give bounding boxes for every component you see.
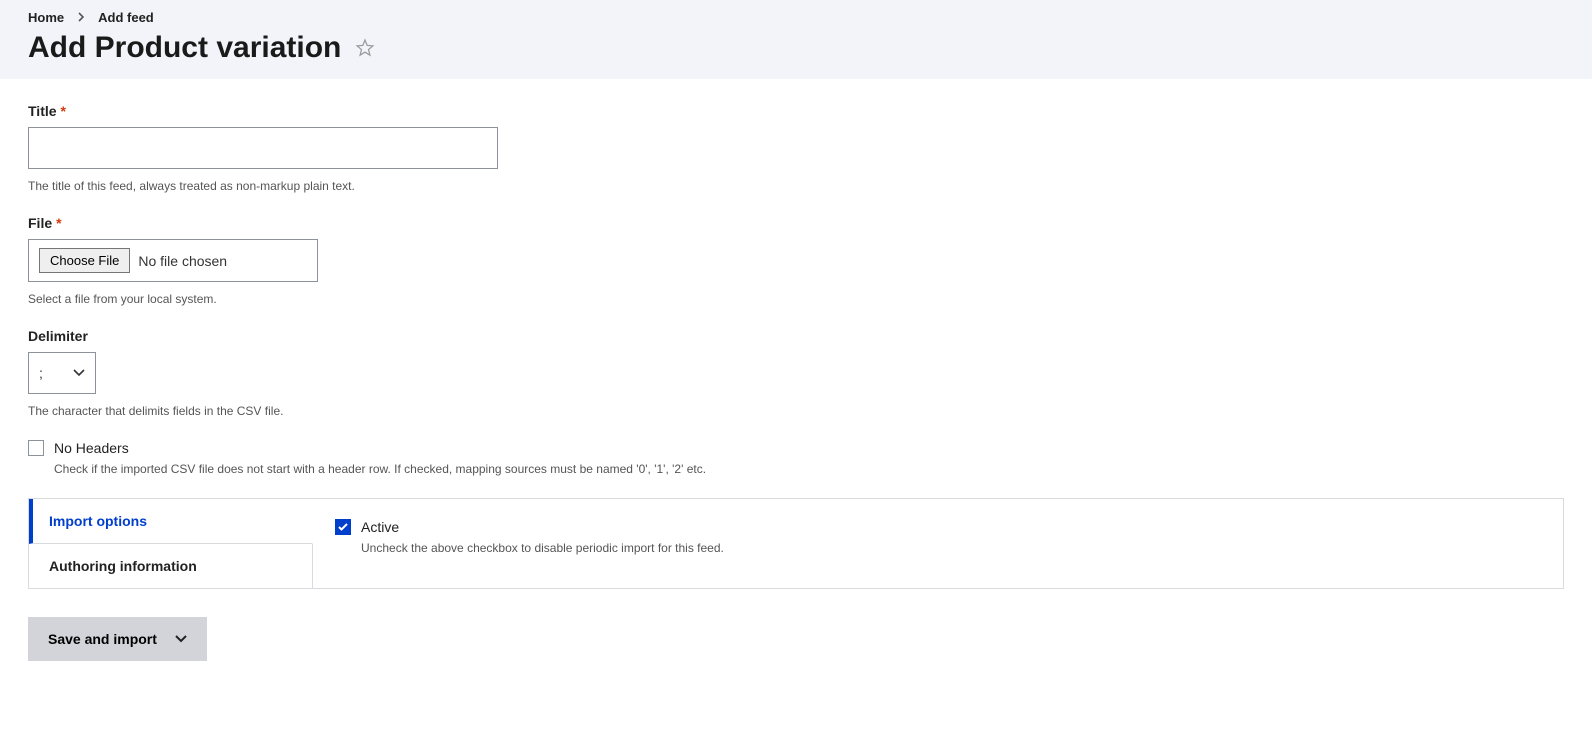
file-label-text: File (28, 215, 52, 231)
title-label-text: Title (28, 103, 57, 119)
form-item-no-headers: No Headers Check if the imported CSV fil… (28, 440, 1564, 476)
file-status-text: No file chosen (138, 253, 227, 269)
content-region: Title * The title of this feed, always t… (0, 79, 1592, 701)
submit-row: Save and import (28, 617, 1564, 661)
save-and-import-label: Save and import (48, 631, 157, 647)
star-outline-icon[interactable] (355, 38, 375, 58)
delimiter-label-text: Delimiter (28, 328, 88, 344)
page-title-row: Add Product variation (28, 31, 1564, 65)
breadcrumb-home-link[interactable]: Home (28, 10, 64, 25)
no-headers-description: Check if the imported CSV file does not … (54, 462, 1564, 476)
active-description: Uncheck the above checkbox to disable pe… (361, 541, 1541, 555)
header-region: Home Add feed Add Product variation (0, 0, 1592, 79)
delimiter-label: Delimiter (28, 328, 1564, 344)
file-description: Select a file from your local system. (28, 292, 1564, 306)
tab-pane-import-options: Active Uncheck the above checkbox to dis… (313, 499, 1564, 589)
tab-authoring-information[interactable]: Authoring information (29, 544, 313, 589)
title-label: Title * (28, 103, 1564, 119)
chevron-down-icon (73, 369, 85, 377)
title-description: The title of this feed, always treated a… (28, 179, 1564, 193)
choose-file-button[interactable]: Choose File (39, 248, 130, 273)
form-item-title: Title * The title of this feed, always t… (28, 103, 1564, 193)
file-input-wrapper[interactable]: Choose File No file chosen (28, 239, 318, 282)
page-title: Add Product variation (28, 31, 341, 65)
save-and-import-button[interactable]: Save and import (28, 617, 207, 661)
delimiter-description: The character that delimits fields in th… (28, 404, 1564, 418)
title-input[interactable] (28, 127, 498, 169)
chevron-down-icon (175, 635, 187, 643)
file-label: File * (28, 215, 1564, 231)
form-item-file: File * Choose File No file chosen Select… (28, 215, 1564, 306)
active-label[interactable]: Active (361, 519, 399, 535)
delimiter-value: ; (39, 365, 43, 381)
required-marker: * (61, 103, 66, 119)
delimiter-select[interactable]: ; (28, 352, 96, 394)
vertical-tabs-section: Import options Authoring information Act… (28, 498, 1564, 589)
chevron-right-icon (78, 11, 84, 25)
tab-import-options[interactable]: Import options (29, 499, 313, 544)
breadcrumb: Home Add feed (28, 6, 1564, 29)
form-item-delimiter: Delimiter ; The character that delimits … (28, 328, 1564, 418)
required-marker: * (56, 215, 61, 231)
vertical-tab-list: Import options Authoring information (28, 499, 313, 589)
no-headers-label[interactable]: No Headers (54, 440, 129, 456)
active-checkbox[interactable] (335, 519, 351, 535)
breadcrumb-add-feed-link[interactable]: Add feed (98, 10, 154, 25)
no-headers-checkbox[interactable] (28, 440, 44, 456)
